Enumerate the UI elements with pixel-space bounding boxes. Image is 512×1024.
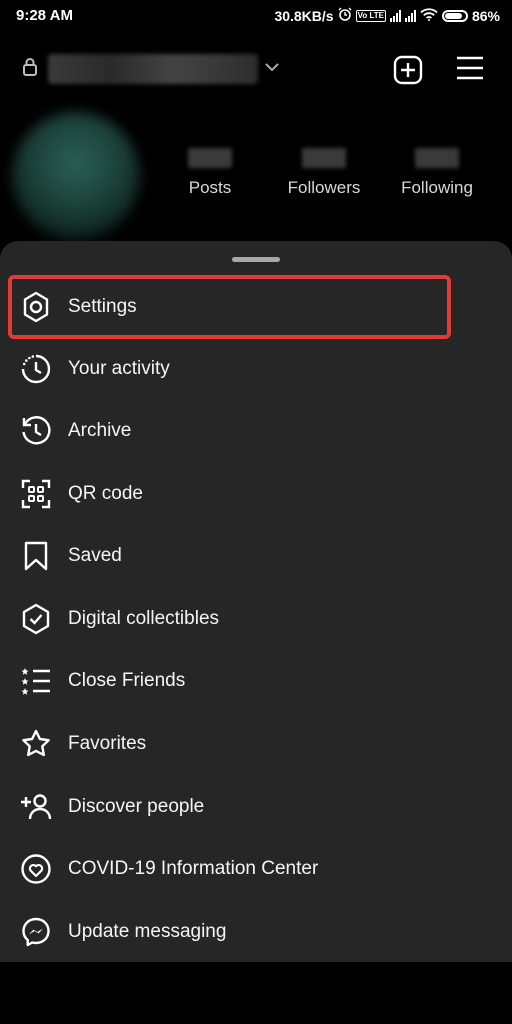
menu-item-update-messaging[interactable]: Update messaging bbox=[0, 901, 512, 963]
status-bar: 9:28 AM 30.8KB/s Vo LTE 86% bbox=[0, 0, 512, 34]
hamburger-menu-button[interactable] bbox=[455, 54, 485, 87]
menu-item-label: Favorites bbox=[68, 733, 147, 754]
heart-circle-icon bbox=[18, 851, 54, 887]
stat-label: Posts bbox=[188, 178, 232, 197]
status-icons: 30.8KB/s Vo LTE 86% bbox=[274, 7, 500, 24]
activity-icon bbox=[18, 351, 54, 387]
status-time: 9:28 AM bbox=[16, 7, 73, 24]
profile-header bbox=[0, 40, 512, 100]
wifi-icon bbox=[420, 7, 438, 24]
alarm-icon bbox=[338, 7, 352, 24]
menu-item-label: Saved bbox=[68, 545, 122, 566]
lock-icon bbox=[22, 57, 38, 82]
shield-check-icon bbox=[18, 601, 54, 637]
bookmark-icon bbox=[18, 538, 54, 574]
star-icon bbox=[18, 726, 54, 762]
volte-badge: Vo LTE bbox=[355, 9, 386, 22]
menu-item-saved[interactable]: Saved bbox=[0, 525, 512, 587]
menu-item-label: Your activity bbox=[68, 358, 170, 379]
stat-label: Followers bbox=[287, 178, 361, 197]
avatar[interactable] bbox=[12, 112, 140, 240]
menu-item-label: QR code bbox=[68, 483, 143, 504]
network-speed: 30.8KB/s bbox=[274, 7, 334, 24]
bottom-blank-area bbox=[0, 962, 512, 1024]
menu-item-digital-collectibles[interactable]: Digital collectibles bbox=[0, 588, 512, 650]
stat-value-blurred bbox=[188, 148, 232, 168]
menu-item-label: COVID-19 Information Center bbox=[68, 858, 319, 879]
settings-highlight-box bbox=[8, 275, 451, 339]
menu-item-close-friends[interactable]: Close Friends bbox=[0, 650, 512, 712]
messenger-icon bbox=[18, 914, 54, 950]
menu-item-label: Discover people bbox=[68, 796, 205, 817]
battery-percent: 86% bbox=[471, 7, 500, 24]
menu-item-label: Update messaging bbox=[68, 921, 227, 942]
menu-item-label: Digital collectibles bbox=[68, 608, 220, 629]
stat-value-blurred bbox=[302, 148, 346, 168]
add-person-icon bbox=[18, 789, 54, 825]
menu-item-archive[interactable]: Archive bbox=[0, 400, 512, 462]
menu-item-favorites[interactable]: Favorites bbox=[0, 713, 512, 775]
battery-icon bbox=[441, 9, 468, 22]
signal-icon-2 bbox=[404, 9, 416, 22]
chevron-down-icon[interactable] bbox=[264, 60, 280, 78]
signal-icon bbox=[389, 9, 401, 22]
menu-item-label: Close Friends bbox=[68, 670, 186, 691]
username-blurred[interactable] bbox=[48, 54, 258, 84]
stat-followers[interactable]: Followers bbox=[269, 148, 379, 198]
menu-item-qr-code[interactable]: QR code bbox=[0, 463, 512, 525]
stat-label: Following bbox=[401, 178, 473, 197]
qr-code-icon bbox=[18, 476, 54, 512]
menu-item-label: Archive bbox=[68, 420, 132, 441]
drag-handle[interactable] bbox=[232, 257, 280, 262]
stat-posts[interactable]: Posts bbox=[155, 148, 265, 198]
menu-item-your-activity[interactable]: Your activity bbox=[0, 338, 512, 400]
menu-item-discover-people[interactable]: Discover people bbox=[0, 776, 512, 838]
star-list-icon bbox=[18, 663, 54, 699]
archive-icon bbox=[18, 413, 54, 449]
create-post-button[interactable] bbox=[392, 54, 424, 91]
menu-item-covid-info[interactable]: COVID-19 Information Center bbox=[0, 838, 512, 900]
stat-following[interactable]: Following bbox=[382, 148, 492, 198]
stat-value-blurred bbox=[415, 148, 459, 168]
